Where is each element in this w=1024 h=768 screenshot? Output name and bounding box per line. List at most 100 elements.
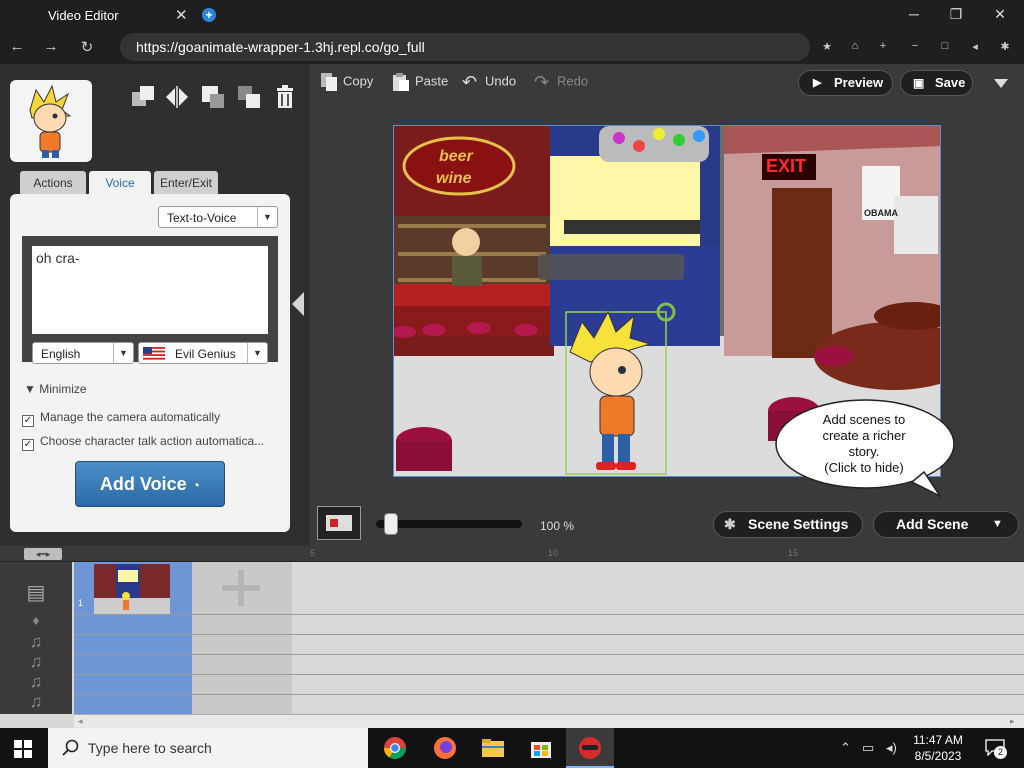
notifications-button[interactable]: 2 (984, 738, 1007, 759)
voice-text-input[interactable]: oh cra- (32, 246, 268, 334)
scroll-right-icon[interactable]: ▸ (1010, 716, 1015, 727)
square-icon[interactable]: □ (938, 40, 952, 52)
music-note-icon: ♫ (29, 632, 43, 651)
file-explorer-icon[interactable] (480, 736, 506, 760)
preview-label: Preview (834, 75, 884, 90)
language-select[interactable]: English ▼ (32, 342, 134, 364)
firefox-icon[interactable] (432, 736, 458, 760)
taskbar-search[interactable]: Type here to search (48, 728, 368, 768)
add-scene-slot[interactable] (192, 562, 292, 714)
minus-icon[interactable]: − (908, 40, 922, 52)
add-scene-button[interactable]: Add Scene ▼ (873, 511, 1019, 538)
voice-select[interactable]: Evil Genius ▼ (138, 342, 268, 364)
timeline-scrollbar[interactable]: ◂ ▸ (74, 714, 1024, 728)
track-icons: ▤ ♦ ♫ ♫ ♫ ♫ (0, 562, 72, 714)
timeline-tracks[interactable]: 1 (74, 562, 1024, 714)
windows-start-icon[interactable] (14, 740, 32, 758)
redo-button[interactable]: ↷ Redo (534, 72, 588, 96)
voice-mode-select[interactable]: Text-to-Voice ▼ (158, 206, 278, 228)
left-panel: Actions Voice Enter/Exit Text-to-Voice ▼… (0, 64, 310, 546)
home-icon[interactable]: ⌂ (848, 40, 862, 52)
active-app-button[interactable] (566, 728, 614, 768)
copy-button[interactable]: Copy (320, 72, 373, 96)
more-options-icon[interactable] (994, 79, 1008, 88)
timeline-shrink-button[interactable]: ◂━▸ (24, 548, 62, 560)
flip-icon[interactable] (164, 84, 190, 110)
collapse-panel-icon[interactable] (292, 292, 304, 316)
undo-button[interactable]: ↶ Undo (462, 72, 516, 96)
add-icon[interactable]: + (876, 40, 890, 52)
minimize-toggle[interactable]: ▼ Minimize (24, 382, 87, 396)
chevron-down-icon: ▼ (257, 207, 277, 227)
browser-titlebar: Video Editor ✕ + ─ ❐ ✕ (0, 0, 1024, 30)
scene-settings-button[interactable]: ✱ Scene Settings (713, 511, 863, 538)
scene-1-block[interactable]: 1 (74, 562, 192, 714)
undo-icon: ↶ (462, 72, 478, 92)
chrome-icon[interactable] (382, 736, 408, 760)
search-placeholder: Type here to search (88, 740, 212, 756)
camera-checkbox[interactable]: ✓ (22, 415, 34, 427)
sign-wine: wine (436, 170, 472, 187)
language-value: English (41, 347, 81, 361)
play-icon: ▶ (813, 77, 822, 89)
scroll-left-icon[interactable]: ◂ (78, 716, 83, 727)
restore-window-button[interactable]: ❐ (946, 6, 966, 23)
preview-button[interactable]: ▶ Preview (798, 70, 893, 96)
talk-checkbox[interactable]: ✓ (22, 439, 34, 451)
camera-checkbox-row[interactable]: ✓ Manage the camera automatically (22, 410, 220, 427)
chevron-down-icon[interactable]: ▼ (992, 512, 1003, 537)
hint-line: Add scenes to (822, 412, 906, 427)
tab-enter-exit[interactable]: Enter/Exit (154, 171, 218, 195)
talk-checkbox-row[interactable]: ✓ Choose character talk action automatica… (22, 434, 264, 451)
disk-icon: ▣ (913, 76, 925, 90)
send-backward-icon[interactable] (200, 84, 226, 110)
taskbar-clock[interactable]: 11:47 AM 8/5/2023 (906, 732, 970, 764)
forward-button[interactable]: → (42, 38, 60, 55)
ruler-mark: 10 (548, 548, 559, 558)
add-scene-label: Add Scene (896, 516, 969, 532)
voice-editor-box: oh cra- English ▼ Evil Genius ▼ (22, 236, 278, 364)
url-input[interactable]: https://goanimate-wrapper-1.3hj.repl.co/… (120, 33, 810, 61)
paste-icon (393, 73, 409, 91)
trash-icon[interactable] (272, 84, 298, 110)
back-button[interactable]: ← (8, 38, 26, 55)
hint-line: story. (848, 444, 880, 459)
show-hidden-icons-icon[interactable]: ⌃ (840, 740, 851, 756)
zoom-slider-handle[interactable] (384, 513, 398, 535)
close-window-button[interactable]: ✕ (990, 6, 1010, 23)
store-icon[interactable] (528, 736, 554, 760)
character-thumbnail[interactable] (10, 80, 92, 162)
zoom-level: 100 % (540, 519, 575, 533)
add-voice-button[interactable]: Add Voice ◔ (75, 461, 225, 507)
tab-close-icon[interactable]: ✕ (175, 6, 188, 24)
notification-count: 2 (994, 746, 1007, 759)
bring-forward-icon[interactable] (130, 84, 156, 110)
browser-tab[interactable]: Video Editor ✕ (0, 0, 196, 30)
volume-icon[interactable]: ◂) (886, 740, 897, 756)
hint-bubble[interactable]: Add scenes to create a richer story. (Cl… (774, 398, 956, 498)
clock-time: 11:47 AM (913, 733, 963, 747)
paste-button[interactable]: Paste (392, 72, 448, 96)
reload-button[interactable]: ↻ (78, 38, 96, 56)
scene-thumbnail-button[interactable] (317, 506, 361, 540)
clock-date: 8/5/2023 (914, 749, 962, 763)
timeline: ◂━▸ 5 10 15 ▤ ♦ ♫ ♫ ♫ ♫ 1 ◂ ▸ (0, 546, 1024, 728)
save-button[interactable]: ▣ Save (900, 70, 973, 96)
track-divider (74, 634, 1024, 635)
undo-label: Undo (485, 73, 517, 89)
speaker-icon[interactable]: ◂ (968, 40, 982, 53)
settings-gear-icon[interactable]: ✱ (998, 40, 1012, 53)
gear-icon: ✱ (724, 516, 736, 532)
network-icon[interactable]: ▭ (862, 740, 874, 756)
voice-value: Evil Genius (175, 347, 236, 361)
chevron-down-icon: ▼ (113, 343, 133, 363)
exit-sign: EXIT (766, 156, 807, 176)
scene-1-thumbnail[interactable] (94, 564, 170, 614)
send-to-back-icon[interactable] (236, 84, 262, 110)
bookmark-star-icon[interactable]: ★ (820, 40, 834, 53)
video-editor: Actions Voice Enter/Exit Text-to-Voice ▼… (0, 64, 1024, 728)
new-tab-button[interactable]: + (202, 8, 216, 22)
minimize-window-button[interactable]: ─ (904, 6, 924, 22)
track-divider (74, 654, 1024, 655)
tab-actions[interactable]: Actions (20, 171, 86, 195)
